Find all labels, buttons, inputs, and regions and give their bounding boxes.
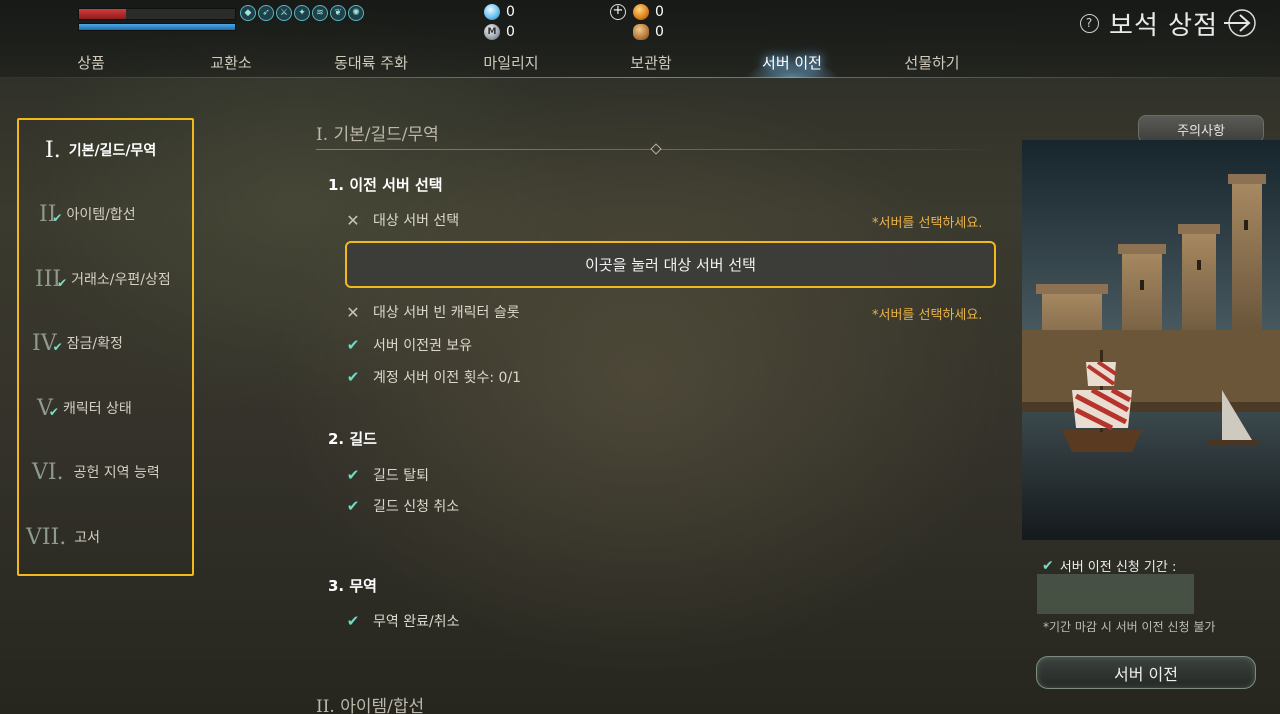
application-period: ✔ 서버 이전 신청 기간 :: [1042, 556, 1177, 576]
subsection-title: 1. 이전 서버 선택: [328, 176, 443, 194]
tab-exchange[interactable]: 교환소: [210, 52, 251, 73]
tab-gift[interactable]: 선물하기: [904, 52, 959, 73]
sidebar-item-label: 잠금/확정: [66, 336, 123, 352]
requirement-row: ✕ 대상 서버 빈 캐릭터 슬롯: [343, 302, 520, 322]
mileage-amount: 0: [506, 24, 515, 40]
tab-east-continent-coin[interactable]: 동대륙 주화: [334, 52, 408, 73]
wind-buff-icon[interactable]: ≋: [312, 5, 328, 21]
hp-bar-fill: [79, 9, 126, 19]
check-icon: ✔: [52, 340, 63, 354]
tab-products[interactable]: 상품: [77, 52, 105, 73]
sidebar-item-market-mail-shop[interactable]: III ✔ 거래소/우편/상점: [19, 264, 191, 294]
check-icon: ✔: [346, 612, 360, 630]
gold-coin-icon: [633, 4, 649, 20]
buff-icon-row: ◆ ➶ ⚔ ✦ ≋ ❦ ✺: [240, 5, 364, 21]
requirement-text: 대상 서버 선택: [373, 213, 460, 229]
mileage-icon: M: [484, 24, 500, 40]
sidebar-item-contribution-region[interactable]: VI. 공헌 지역 능력: [19, 457, 191, 487]
tab-storage[interactable]: 보관함: [630, 52, 671, 73]
sidebar-item-label: 고서: [74, 530, 101, 546]
subsection-title: 2. 길드: [328, 430, 377, 448]
warning-text: *서버를 선택하세요.: [872, 308, 983, 323]
requirement-text: 서버 이전권 보유: [373, 338, 473, 354]
attack-buff-icon[interactable]: ⚔: [276, 5, 292, 21]
tab-divider: [0, 77, 1280, 78]
castle-illustration: [1022, 140, 1280, 540]
back-arrow-icon[interactable]: [1222, 6, 1258, 40]
server-transfer-button[interactable]: 서버 이전: [1036, 656, 1256, 689]
help-icon[interactable]: ?: [1080, 14, 1100, 33]
requirement-text: 대상 서버 빈 캐릭터 슬롯: [373, 305, 520, 321]
tab-mileage[interactable]: 마일리지: [483, 52, 538, 73]
divider-ornament: [650, 143, 662, 155]
notice-button[interactable]: 주의사항: [1138, 115, 1264, 143]
check-icon: ✔: [346, 368, 360, 386]
sidebar-item-label: 거래소/우편/상점: [71, 272, 171, 288]
mp-bar: [78, 23, 236, 31]
period-label: 서버 이전 신청 기간 :: [1059, 560, 1177, 575]
check-icon: ✔: [52, 211, 63, 225]
sidebar-item-label: 캐릭터 상태: [62, 401, 132, 417]
bread-icon: [633, 24, 649, 40]
wing-buff-icon[interactable]: ❦: [330, 5, 346, 21]
roman-numeral: VI.: [32, 459, 64, 485]
period-value-redacted: [1037, 574, 1194, 614]
mp-bar-fill: [79, 24, 235, 30]
sidebar-item-item-merge[interactable]: II ✔ 아이템/합선: [19, 199, 191, 229]
cross-icon: ✕: [346, 302, 360, 322]
period-note: *기간 마감 시 서버 이전 신청 불가: [1043, 620, 1216, 634]
page-title: 보석 상점: [1109, 11, 1218, 41]
requirement-text: 길드 탈퇴: [373, 468, 429, 484]
add-currency-button[interactable]: +: [610, 4, 626, 20]
check-icon: ✔: [346, 497, 360, 515]
requirement-row: ✕ 대상 서버 선택: [343, 210, 459, 230]
tab-server-transfer[interactable]: 서버 이전: [762, 52, 822, 73]
requirement-text: 계정 서버 이전 횟수: 0/1: [373, 370, 522, 386]
roman-numeral: VII.: [26, 524, 67, 550]
gold-amount: 0: [655, 4, 664, 20]
roman-numeral: I.: [45, 137, 61, 163]
gem-icon: [484, 4, 500, 20]
check-icon: ✔: [57, 276, 68, 290]
cross-icon: ✕: [346, 210, 360, 230]
sidebar-item-label: 공헌 지역 능력: [73, 465, 160, 481]
check-icon: ✔: [346, 336, 360, 354]
check-icon: ✔: [48, 405, 59, 419]
requirement-text: 무역 완료/취소: [373, 614, 460, 630]
sidebar-item-ancient-book[interactable]: VII. 고서: [19, 522, 191, 552]
bread-currency: 0: [633, 24, 664, 40]
check-icon: ✔: [1042, 557, 1054, 574]
subsection-title: 3. 무역: [328, 577, 377, 595]
gem-currency: 0: [484, 4, 515, 20]
mileage-currency: M 0: [484, 24, 515, 40]
shop-header: ? 보석 상점: [1080, 5, 1218, 42]
tab-bar: 상품 교환소 동대륙 주화 마일리지 보관함 서버 이전 선물하기: [0, 52, 1280, 78]
sidebar-item-character-state[interactable]: V ✔ 캐릭터 상태: [19, 393, 191, 423]
select-target-server-button[interactable]: 이곳을 눌러 대상 서버 선택: [345, 241, 996, 288]
check-icon: ✔: [346, 466, 360, 484]
hp-bar: [78, 8, 236, 20]
requirement-row: ✔ 길드 탈퇴: [343, 465, 429, 485]
requirement-row: ✔ 계정 서버 이전 횟수: 0/1: [343, 367, 521, 387]
gold-currency: 0: [633, 4, 664, 20]
warning-text: *서버를 선택하세요.: [872, 216, 983, 231]
requirement-row: ✔ 서버 이전권 보유: [343, 335, 472, 355]
requirement-row: ✔ 길드 신청 취소: [343, 496, 459, 516]
sidebar-item-label: 아이템/합선: [66, 207, 136, 223]
shield-buff-icon[interactable]: ◆: [240, 5, 256, 21]
sidebar-item-label: 기본/길드/무역: [68, 143, 157, 159]
section-sidebar: I. 기본/길드/무역 II ✔ 아이템/합선 III ✔ 거래소/우편/상점 …: [17, 118, 194, 576]
gem-amount: 0: [506, 4, 515, 20]
sidebar-item-lock-confirm[interactable]: IV ✔ 잠금/확정: [19, 328, 191, 358]
bread-amount: 0: [655, 24, 664, 40]
section-title: I. 기본/길드/무역: [316, 125, 439, 145]
requirement-text: 길드 신청 취소: [373, 499, 460, 515]
defense-buff-icon[interactable]: ✦: [294, 5, 310, 21]
requirement-row: ✔ 무역 완료/취소: [343, 611, 460, 631]
speed-buff-icon[interactable]: ➶: [258, 5, 274, 21]
sidebar-item-basic-guild-trade[interactable]: I. 기본/길드/무역: [19, 135, 191, 165]
aura-buff-icon[interactable]: ✺: [348, 5, 364, 21]
castle-artwork: [1022, 140, 1280, 540]
section-title: II. 아이템/합선: [316, 697, 425, 714]
